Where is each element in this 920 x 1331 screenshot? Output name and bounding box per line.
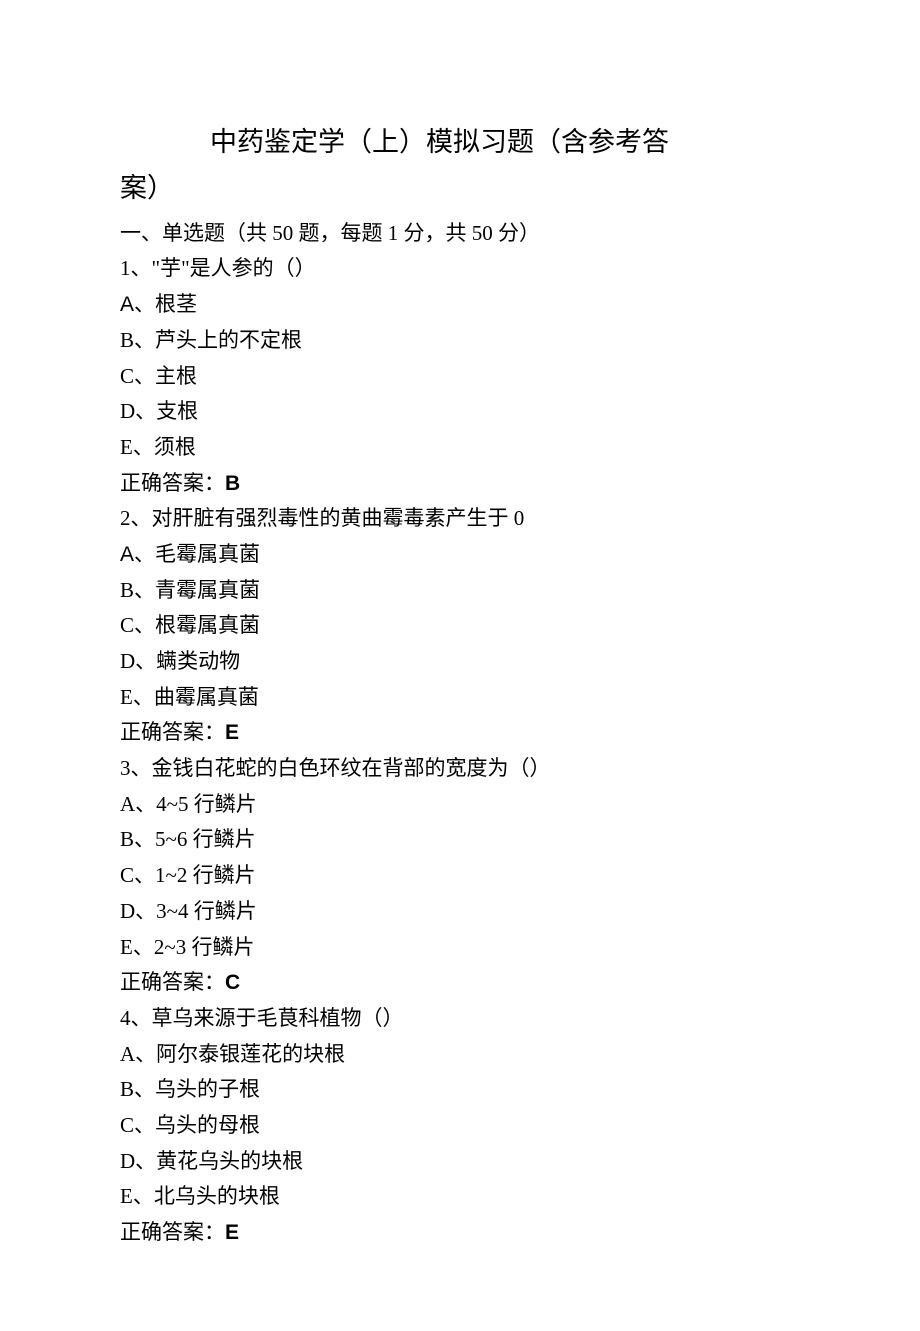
answer-label: 正确答案： bbox=[120, 1220, 225, 1244]
question-stem: 1、"芋"是人参的（） bbox=[120, 251, 800, 287]
option-text: 、毛霉属真菌 bbox=[134, 542, 260, 566]
question-stem: 2、对肝脏有强烈毒性的黄曲霉毒素产生于 0 bbox=[120, 501, 800, 537]
question-stem: 4、草乌来源于毛茛科植物（） bbox=[120, 1001, 800, 1037]
question-option: B、乌头的子根 bbox=[120, 1072, 800, 1108]
question-option: B、5~6 行鳞片 bbox=[120, 822, 800, 858]
question-option: E、曲霉属真菌 bbox=[120, 680, 800, 716]
option-text: 、根茎 bbox=[134, 292, 197, 316]
answer-line: 正确答案：E bbox=[120, 1215, 800, 1251]
title-block: 中药鉴定学（上）模拟习题（含参考答 案） bbox=[120, 120, 800, 212]
answer-value: E bbox=[225, 1221, 239, 1244]
question-option: C、根霉属真菌 bbox=[120, 608, 800, 644]
question-list: 1、"芋"是人参的（）A、根茎B、芦头上的不定根C、主根D、支根E、须根正确答案… bbox=[120, 251, 800, 1250]
question-option: A、根茎 bbox=[120, 287, 800, 323]
question-option: C、主根 bbox=[120, 359, 800, 395]
answer-value: E bbox=[225, 721, 239, 744]
question-option: B、青霉属真菌 bbox=[120, 573, 800, 609]
question-stem: 3、金钱白花蛇的白色环纹在背部的宽度为（） bbox=[120, 751, 800, 787]
answer-label: 正确答案： bbox=[120, 471, 225, 495]
answer-value: C bbox=[225, 971, 240, 994]
question-option: E、2~3 行鳞片 bbox=[120, 930, 800, 966]
question-option: E、北乌头的块根 bbox=[120, 1179, 800, 1215]
question-option: D、黄花乌头的块根 bbox=[120, 1144, 800, 1180]
section-header: 一、单选题（共 50 题，每题 1 分，共 50 分） bbox=[120, 216, 800, 252]
answer-label: 正确答案： bbox=[120, 970, 225, 994]
document-page: 中药鉴定学（上）模拟习题（含参考答 案） 一、单选题（共 50 题，每题 1 分… bbox=[0, 0, 920, 1331]
question-option: B、芦头上的不定根 bbox=[120, 323, 800, 359]
answer-label: 正确答案： bbox=[120, 720, 225, 744]
document-title-line1: 中药鉴定学（上）模拟习题（含参考答 bbox=[120, 127, 669, 157]
question-option: E、须根 bbox=[120, 430, 800, 466]
document-title-line2: 案） bbox=[120, 166, 800, 212]
answer-line: 正确答案：C bbox=[120, 965, 800, 1001]
question-option: D、3~4 行鳞片 bbox=[120, 894, 800, 930]
question-option: A、阿尔泰银莲花的块根 bbox=[120, 1037, 800, 1073]
question-option: D、支根 bbox=[120, 394, 800, 430]
answer-line: 正确答案：E bbox=[120, 715, 800, 751]
question-option: D、螨类动物 bbox=[120, 644, 800, 680]
question-option: C、1~2 行鳞片 bbox=[120, 858, 800, 894]
option-letter: A bbox=[120, 543, 134, 566]
question-option: A、毛霉属真菌 bbox=[120, 537, 800, 573]
answer-value: B bbox=[225, 472, 240, 495]
question-option: C、乌头的母根 bbox=[120, 1108, 800, 1144]
answer-line: 正确答案：B bbox=[120, 466, 800, 502]
option-letter: A bbox=[120, 293, 134, 316]
question-option: A、4~5 行鳞片 bbox=[120, 787, 800, 823]
